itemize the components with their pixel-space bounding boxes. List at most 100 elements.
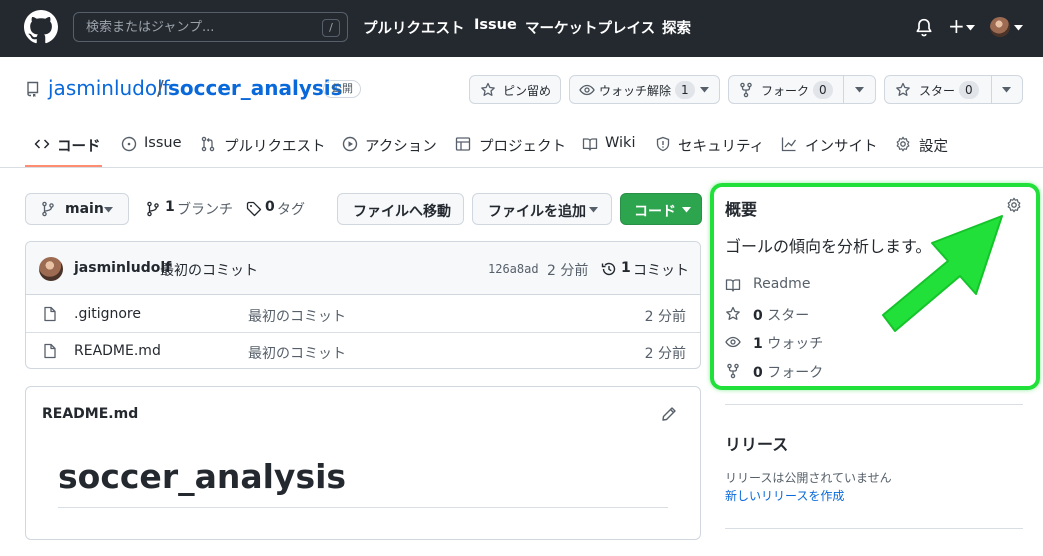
issue-opened-icon [121, 136, 137, 152]
tab-projects-label: プロジェクト [479, 139, 566, 155]
nav-issues[interactable]: Issue [474, 17, 517, 33]
file-icon [43, 343, 57, 359]
sidebar-divider [725, 528, 1023, 529]
shield-icon [655, 136, 671, 152]
branch-label: ブランチ [177, 202, 233, 218]
commit-author[interactable]: jasminludolf [74, 260, 171, 276]
tab-pull-requests-label: プルリクエスト [224, 139, 326, 155]
go-to-file-button[interactable]: ファイルへ移動 [337, 193, 464, 225]
visibility-badge: 公開 [323, 80, 361, 98]
pencil-icon[interactable] [661, 406, 677, 422]
branch-caret-icon [104, 207, 113, 213]
nav-pull-requests[interactable]: プルリクエスト [363, 17, 465, 38]
tab-insights-label: インサイト [805, 139, 878, 155]
commit-sha[interactable]: 126a8ad [488, 262, 539, 276]
tab-issues-label: Issue [144, 135, 182, 151]
graph-icon [781, 136, 797, 152]
user-avatar[interactable] [990, 17, 1010, 37]
tag-count: 0 [265, 199, 275, 215]
tag-icon [246, 201, 262, 217]
file-row[interactable]: README.md 最初のコミット 2 分前 [26, 333, 700, 368]
tabs-divider [0, 167, 1043, 168]
star-count: 0 [959, 81, 979, 99]
chevron-down-icon [700, 87, 709, 93]
file-row[interactable]: .gitignore 最初のコミット 2 分前 [26, 296, 700, 333]
git-branch-icon [40, 201, 56, 217]
go-to-file-label: ファイルへ移動 [353, 204, 451, 220]
file-list: jasminludolf 最初のコミット 126a8ad 2 分前 1 コミット… [25, 241, 701, 369]
code-button[interactable]: コード [620, 193, 702, 225]
unwatch-label: ウォッチ解除 [599, 84, 672, 98]
commit-author-avatar[interactable] [39, 257, 63, 281]
create-new-plus-icon[interactable]: + [948, 14, 965, 38]
book-icon [582, 136, 598, 152]
file-commit-message[interactable]: 最初のコミット [248, 306, 346, 326]
repo-name-link[interactable]: soccer_analysis [168, 76, 343, 100]
fork-button[interactable]: フォーク 0 [728, 75, 876, 104]
fork-icon [738, 82, 754, 98]
pin-button[interactable]: ピン留め [469, 75, 561, 104]
file-name[interactable]: README.md [74, 343, 161, 359]
commit-count[interactable]: 1 [621, 260, 631, 276]
star-icon [895, 82, 911, 98]
tab-actions-label: アクション [365, 139, 437, 155]
file-icon [43, 306, 57, 322]
tab-wiki-label: Wiki [605, 135, 636, 151]
star-divider [991, 76, 992, 103]
readme-heading-rule [58, 507, 668, 508]
branch-count: 1 [165, 199, 175, 215]
fork-divider [843, 76, 844, 103]
star-button[interactable]: スター 0 [884, 75, 1023, 104]
pin-icon [480, 82, 496, 98]
branches-icon [145, 201, 161, 217]
search-input[interactable] [74, 13, 347, 41]
search-shortcut-key: / [322, 19, 340, 37]
bell-icon[interactable] [915, 18, 933, 38]
unwatch-button[interactable]: ウォッチ解除 1 [569, 75, 720, 104]
star-label: スター [919, 84, 956, 98]
annotation-arrow-icon [882, 215, 1003, 332]
releases-empty-text: リリースは公開されていません [725, 471, 892, 485]
file-name[interactable]: .gitignore [74, 306, 141, 322]
repo-icon [25, 81, 41, 97]
file-commit-message[interactable]: 最初のコミット [248, 343, 346, 363]
readme-filename[interactable]: README.md [42, 406, 138, 422]
watch-count: 1 [675, 81, 695, 99]
repo-path-separator: / [157, 76, 164, 100]
eye-icon [579, 82, 595, 98]
add-file-button[interactable]: ファイルを追加 [472, 193, 612, 225]
history-icon [601, 261, 617, 277]
tab-security-label: セキュリティ [678, 139, 765, 155]
tag-label: タグ [277, 202, 305, 218]
branch-select-button[interactable]: main [25, 193, 129, 225]
fork-label: フォーク [761, 84, 810, 98]
commit-count-label[interactable]: コミット [633, 260, 689, 280]
repo-owner-link[interactable]: jasminludolf [48, 76, 170, 100]
fork-dropdown-icon[interactable] [855, 87, 864, 93]
star-dropdown-icon[interactable] [1002, 87, 1011, 93]
tab-code-label: コード [57, 139, 101, 155]
nav-explore[interactable]: 探索 [662, 17, 691, 38]
sidebar-divider [725, 404, 1023, 405]
file-age: 2 分前 [644, 346, 686, 362]
tab-settings-label: 設定 [919, 139, 948, 155]
git-pull-request-icon [200, 136, 216, 152]
nav-marketplace[interactable]: マーケットプレイス [525, 17, 655, 38]
commit-age: 2 分前 [547, 263, 589, 279]
global-header: / プルリクエスト Issue マーケットプレイス 探索 + [0, 0, 1043, 57]
pin-label: ピン留め [503, 84, 552, 98]
avatar-caret-icon[interactable] [1014, 25, 1023, 31]
commit-message[interactable]: 最初のコミット [160, 260, 258, 280]
gear-icon [895, 136, 911, 152]
create-release-link[interactable]: 新しいリリースを作成 [725, 487, 844, 504]
releases-title[interactable]: リリース [725, 431, 788, 455]
code-caret-icon [682, 207, 691, 213]
file-age: 2 分前 [644, 309, 686, 325]
github-logo-icon[interactable] [24, 10, 58, 44]
fork-count: 0 [813, 81, 833, 99]
readme-heading: soccer_analysis [58, 457, 347, 496]
add-file-caret-icon [589, 207, 598, 213]
branch-name: main [65, 201, 104, 217]
global-search[interactable]: / [73, 12, 348, 42]
plus-caret-icon[interactable] [966, 25, 975, 31]
